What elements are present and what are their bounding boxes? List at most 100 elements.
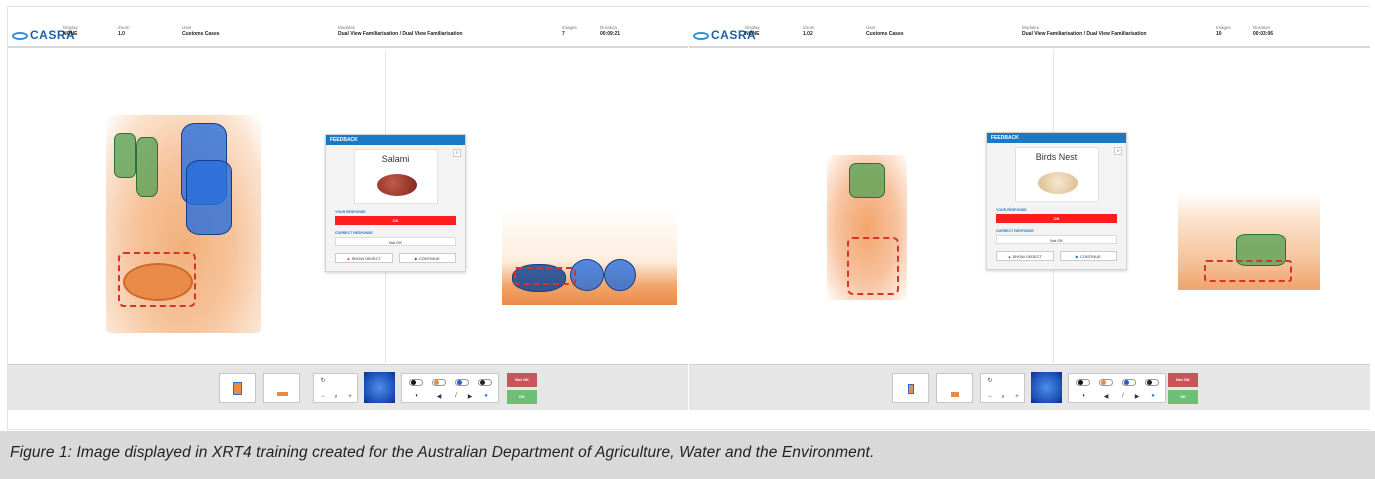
globe-icon[interactable]: ● [1149,393,1157,399]
meta-images: Images 7 [562,25,577,37]
meta-zoom: Zoom 1.02 [803,25,815,37]
toggle-blue-icon[interactable] [455,379,469,386]
meta-duration: Duration 00:09:21 [600,25,621,37]
thumbnail-top-view[interactable] [892,373,929,403]
continue-button[interactable]: ▶ CONTINUE [398,253,456,263]
your-response-value: OK [996,214,1117,223]
zoom-icon[interactable]: ⌕ [1114,147,1122,155]
right-screen: CASRA Display NONE Zoom 1.02 User Customs C… [689,7,1370,429]
zoom-controls: ↻ − ⌕ + [313,373,358,403]
zoom-controls: ↻ − ⌕ + [980,373,1025,403]
meta-user: User Customs Cases [866,25,904,37]
next-icon[interactable]: ▶ [1133,393,1141,400]
can-object [604,259,636,291]
caption-text: Figure 1: Image displayed in XRT4 traini… [10,444,875,461]
thumbnail-side-view[interactable] [263,373,300,403]
toggle-black-icon[interactable] [1076,379,1090,386]
header-bar: CASRA Display NONE Zoom 1.0 User Customs Ca… [8,20,688,48]
toggle-orange-icon[interactable] [1099,379,1113,386]
can-object [186,160,232,235]
contrast-icon[interactable]: ◑ [412,393,420,399]
zoom-out-icon[interactable]: − [985,393,995,401]
warning-icon: ▲ [1007,254,1012,259]
feedback-title: FEEDBACK [987,133,1126,143]
previous-icon[interactable]: ◀ [435,393,443,400]
continue-button[interactable]: ▶ CONTINUE [1059,251,1117,261]
birds-nest-image [1037,172,1078,194]
thumbnail-bag [277,392,288,396]
toggle-black-icon[interactable] [409,379,423,386]
figure-caption: Figure 1: Image displayed in XRT4 traini… [0,431,1375,479]
meta-user: User Customs Cases [182,25,220,37]
not-ok-button[interactable]: Not OK [1168,373,1198,387]
threat-marker [847,237,899,295]
filter-controls: ◑ ◀ / ▶ ● [401,373,499,403]
your-response-value: OK [335,216,456,225]
salami-image [376,174,417,196]
ok-button[interactable]: OK [1168,390,1198,404]
meta-zoom: Zoom 1.0 [118,25,130,37]
meta-modules: Modules Dual View Familiarisation / Dual … [1022,25,1147,37]
figure: CASRA Display NONE Zoom 1.0 User Customs Ca… [0,0,1375,479]
item-name: Salami [381,154,410,164]
casra-swoosh-icon [12,31,28,40]
control-toolbar: ↻ − ⌕ + ◑ ◀ / ▶ ● Not OK OK [8,364,688,410]
image-enhancement-icon[interactable] [364,372,395,403]
toggle-dark-icon[interactable] [478,379,492,386]
zoom-in-icon[interactable]: + [345,393,355,401]
meta-display: Display NONE [745,25,760,37]
your-response-label: YOUR RESPONSE [996,208,1027,212]
casra-swoosh-icon [693,31,709,40]
control-toolbar: ↻ − ⌕ + ◑ ◀ / ▶ ● Not OK OK [689,364,1370,410]
play-icon: ▶ [1075,254,1079,259]
show-object-button[interactable]: ▲ SHOW OBJECT [335,253,393,263]
zoom-in-icon[interactable]: + [1012,393,1022,401]
meta-display: Display NONE [63,25,78,37]
bottle-object [849,163,885,198]
next-icon[interactable]: ▶ [466,393,474,400]
xray-view-side[interactable] [1178,192,1320,290]
filter-controls: ◑ ◀ / ▶ ● [1068,373,1166,403]
meta-modules: Modules Dual View Familiarisation / Dual … [338,25,463,37]
reset-icon[interactable]: ↻ [985,377,995,385]
feedback-dialog: FEEDBACK Salami ⌕ YOUR RESPONSE OK CORRE… [325,134,466,272]
thumbnail-top-view[interactable] [219,373,256,403]
correct-response-label: CORRECT RESPONSE [335,231,373,235]
magnifier-icon[interactable]: ⌕ [998,393,1008,401]
threat-marker [514,267,576,285]
thumbnail-side-view[interactable] [936,373,973,403]
ok-button[interactable]: OK [507,390,537,404]
brightness-slider-icon[interactable]: / [1119,393,1127,399]
image-enhancement-icon[interactable] [1031,372,1062,403]
magnifier-icon[interactable]: ⌕ [331,393,341,401]
brightness-slider-icon[interactable]: / [452,393,460,399]
zoom-out-icon[interactable]: − [318,393,328,401]
show-object-button[interactable]: ▲ SHOW OBJECT [996,251,1054,261]
xray-view-top[interactable] [827,155,907,300]
previous-icon[interactable]: ◀ [1102,393,1110,400]
thumbnail-bag [908,384,914,394]
header-bar: CASRA Display NONE Zoom 1.02 User Customs C… [689,20,1370,48]
xray-view-top[interactable] [106,115,261,333]
toggle-orange-icon[interactable] [432,379,446,386]
zoom-icon[interactable]: ⌕ [453,149,461,157]
your-response-label: YOUR RESPONSE [335,210,366,214]
toggle-blue-icon[interactable] [1122,379,1136,386]
item-name: Birds Nest [1035,152,1078,162]
bottle-object [114,133,136,178]
reset-icon[interactable]: ↻ [318,377,328,385]
xray-view-side[interactable] [502,209,677,305]
feedback-dialog: FEEDBACK Birds Nest ⌕ YOUR RESPONSE OK C… [986,132,1127,270]
contrast-icon[interactable]: ◑ [1079,393,1087,399]
item-picture: Salami [353,149,438,204]
play-icon: ▶ [414,256,418,261]
meta-duration: Duration 00:03:06 [1253,25,1274,37]
correct-response-value: Not OK [335,237,456,246]
toggle-dark-icon[interactable] [1145,379,1159,386]
thumbnail-bag [233,382,242,395]
correct-response-value: Not OK [996,235,1117,244]
meta-images: Images 10 [1216,25,1231,37]
globe-icon[interactable]: ● [482,393,490,399]
not-ok-button[interactable]: Not OK [507,373,537,387]
bottle-object [136,137,158,197]
